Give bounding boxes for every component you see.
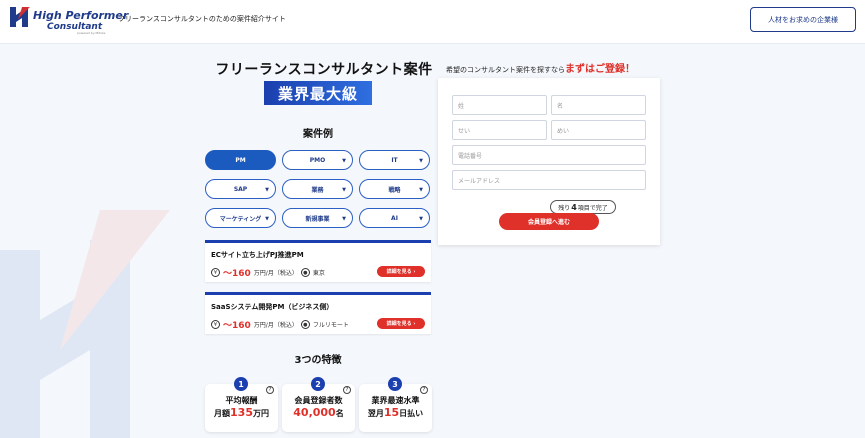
category-new-business-button[interactable]: 新規事業 ▼ — [282, 208, 353, 228]
category-label: マーケティング — [219, 215, 262, 223]
caret-down-icon: ▼ — [342, 216, 346, 222]
feature-value: 40,000 — [293, 406, 336, 419]
feature-prefix: 翌月 — [367, 409, 384, 418]
yen-icon: ¥ — [211, 268, 220, 277]
caret-down-icon: ▼ — [342, 187, 346, 193]
location-pin-icon: ● — [300, 268, 310, 277]
job-meta: ¥ 〜160 万円/月（税込） ● 東京 — [211, 266, 325, 279]
help-icon[interactable]: ? — [343, 386, 351, 394]
phone-field[interactable]: 電話番号 — [452, 145, 646, 165]
category-ai-button[interactable]: AI ▼ — [359, 208, 430, 228]
category-it-button[interactable]: IT ▼ — [359, 150, 430, 170]
feature-prefix: 月額 — [214, 409, 231, 418]
feature-value: 135 — [230, 406, 253, 419]
caret-down-icon: ▼ — [265, 187, 269, 193]
category-label: 新規事業 — [305, 215, 330, 223]
job-salary-unit: 万円/月（税込） — [253, 322, 298, 329]
category-business-button[interactable]: 業務 ▼ — [282, 179, 353, 199]
background-decoration-icon — [0, 210, 170, 438]
logo-icon[interactable] — [8, 5, 32, 29]
first-name-field[interactable]: 名 — [551, 95, 646, 115]
feature-suffix: 名 — [335, 409, 344, 418]
feature-value-line: 翌月15日払い — [359, 406, 432, 419]
category-label: 業務 — [311, 186, 324, 194]
remaining-prefix: 残り — [558, 204, 571, 212]
feature-heading: 平均報酬 — [225, 396, 258, 405]
features-title: 3つの特徴 — [294, 355, 342, 366]
categories-title: 案件例 — [303, 129, 333, 140]
last-name-kana-field[interactable]: せい — [452, 120, 547, 140]
job-card[interactable]: ECサイト立ち上げPJ推進PM ¥ 〜160 万円/月（税込） ● 東京 詳細を… — [205, 240, 431, 282]
help-icon[interactable]: ? — [266, 386, 274, 394]
remaining-suffix: 項目で完了 — [577, 204, 608, 212]
feature-card: 3 ? 業界最速水準 翌月15日払い — [359, 377, 432, 432]
feature-card: 1 ? 平均報酬 月額135万円 — [205, 377, 278, 432]
category-label: PM — [235, 156, 246, 164]
category-label: IT — [391, 156, 398, 164]
job-salary-unit: 万円/月（税込） — [253, 270, 298, 277]
feature-number: 2 — [311, 377, 325, 391]
register-submit-button[interactable]: 会員登録へ進む — [499, 213, 599, 230]
location-pin-icon: ● — [300, 320, 310, 329]
yen-icon: ¥ — [211, 320, 220, 329]
logo-line-1: High Performer — [33, 9, 129, 22]
job-card[interactable]: SaaSシステム開発PM（ビジネス側） ¥ 〜160 万円/月（税込） ● フル… — [205, 292, 431, 334]
caret-down-icon: ▼ — [419, 187, 423, 193]
job-meta: ¥ 〜160 万円/月（税込） ● フルリモート — [211, 318, 349, 331]
form-heading: 希望のコンサルタント案件を探すならまずはご登録！ — [446, 60, 635, 75]
category-strategy-button[interactable]: 戦略 ▼ — [359, 179, 430, 199]
category-label: AI — [391, 214, 398, 222]
feature-value-line: 40,000名 — [282, 406, 355, 419]
caret-down-icon: ▼ — [342, 158, 346, 164]
feature-suffix: 日払い — [399, 409, 424, 418]
feature-number: 3 — [388, 377, 402, 391]
category-marketing-button[interactable]: マーケティング ▼ — [205, 208, 276, 228]
site-tagline: フリーランスコンサルタントのための案件紹介サイト — [118, 15, 286, 23]
category-pm-button[interactable]: PM — [205, 150, 276, 170]
category-label: 戦略 — [388, 186, 401, 194]
site-header: High Performer Consultant powered by Mit… — [0, 0, 865, 44]
feature-heading: 業界最速水準 — [371, 396, 420, 405]
email-field[interactable]: メールアドレス — [452, 170, 646, 190]
form-heading-emphasis: まずはご登録！ — [565, 64, 635, 75]
category-pmo-button[interactable]: PMO ▼ — [282, 150, 353, 170]
feature-number: 1 — [234, 377, 248, 391]
caret-down-icon: ▼ — [419, 216, 423, 222]
hero-badge: 業界最大級 — [264, 81, 372, 105]
job-salary: 〜160 — [223, 321, 251, 331]
first-name-kana-field[interactable]: めい — [551, 120, 646, 140]
category-label: SAP — [233, 185, 248, 193]
job-location: フルリモート — [312, 322, 349, 329]
job-title: SaaSシステム開発PM（ビジネス側） — [211, 303, 334, 311]
feature-value: 15 — [383, 406, 400, 419]
help-icon[interactable]: ? — [420, 386, 428, 394]
category-label: PMO — [309, 156, 326, 164]
remaining-fields-badge: 残り 4 項目で完了 — [550, 200, 616, 214]
hero-title: フリーランスコンサルタント案件 — [215, 62, 433, 78]
job-detail-button[interactable]: 詳細を見る › — [377, 266, 425, 277]
caret-down-icon: ▼ — [265, 216, 269, 222]
job-title: ECサイト立ち上げPJ推進PM — [211, 251, 304, 259]
feature-value-line: 月額135万円 — [205, 406, 278, 419]
last-name-field[interactable]: 姓 — [452, 95, 547, 115]
logo-wordmark[interactable]: High Performer Consultant powered by Mit… — [33, 6, 128, 35]
feature-heading: 会員登録者数 — [294, 396, 343, 405]
feature-suffix: 万円 — [252, 409, 269, 418]
form-heading-text: 希望のコンサルタント案件を探すなら — [446, 66, 565, 74]
corporate-link-button[interactable]: 人材をお求めの企業様 — [750, 7, 856, 32]
logo-line-3: powered by Mitoke — [77, 31, 106, 35]
remaining-count: 4 — [571, 202, 577, 212]
caret-down-icon: ▼ — [419, 158, 423, 164]
feature-card: 2 ? 会員登録者数 40,000名 — [282, 377, 355, 432]
category-sap-button[interactable]: SAP ▼ — [205, 179, 276, 199]
job-location: 東京 — [312, 270, 325, 277]
job-detail-button[interactable]: 詳細を見る › — [377, 318, 425, 329]
job-salary: 〜160 — [223, 269, 251, 279]
